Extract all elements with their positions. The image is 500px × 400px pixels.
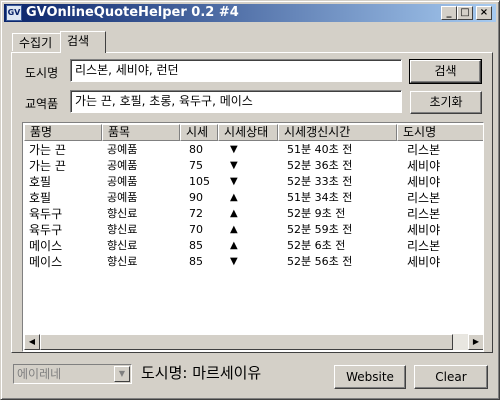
column-header-price[interactable]: 시세	[180, 124, 218, 141]
trend-up-icon: ▲	[230, 208, 238, 219]
current-city-status: 도시명: 마르세이유	[141, 364, 262, 382]
trend-down-icon: ▼	[230, 256, 238, 267]
cell-name: 육두구	[29, 207, 63, 221]
ship-select-value: 에이레네	[17, 367, 62, 381]
cell-name: 가는 끈	[29, 159, 66, 173]
cell-name: 육두구	[29, 223, 63, 237]
clear-button[interactable]: Clear	[414, 365, 488, 389]
cell-updated: 52분 6초 전	[287, 239, 346, 252]
table-row[interactable]: 가는 끈 공예품 80 ▼ 51분 40초 전 리스본	[24, 142, 464, 158]
trend-down-icon: ▼	[230, 176, 238, 187]
table-row[interactable]: 가는 끈 공예품 75 ▼ 52분 36초 전 세비야	[24, 158, 464, 174]
cell-city: 세비야	[407, 175, 441, 189]
cell-updated: 52분 59초 전	[287, 223, 353, 236]
table-row[interactable]: 육두구 향신료 72 ▲ 52분 9초 전 리스본	[24, 206, 464, 222]
city-label: 도시명	[25, 66, 59, 80]
cell-price: 85	[189, 239, 203, 252]
table-header: 품명 품목 시세 시세상태 시세갱신시간 도시명	[24, 124, 483, 141]
column-header-name[interactable]: 품명	[24, 124, 102, 141]
cell-category: 향신료	[107, 223, 138, 236]
search-button[interactable]: 검색	[409, 59, 482, 84]
cell-category: 향신료	[107, 239, 138, 252]
trend-up-icon: ▲	[230, 240, 238, 251]
scrollbar-thumb[interactable]	[40, 334, 453, 350]
city-input[interactable]: 리스본, 세비야, 런던	[70, 59, 402, 82]
cell-updated: 52분 56초 전	[287, 255, 353, 268]
cell-updated: 51분 40초 전	[287, 143, 353, 156]
cell-category: 공예품	[107, 143, 138, 156]
scroll-right-icon[interactable]: ▶	[468, 334, 483, 350]
cell-name: 호필	[29, 175, 52, 189]
cell-city: 세비야	[407, 223, 441, 237]
cell-city: 리스본	[407, 207, 441, 221]
cell-updated: 52분 9초 전	[287, 207, 346, 220]
tab-collector[interactable]: 수집기	[12, 33, 62, 51]
table-row[interactable]: 메이스 향신료 85 ▲ 52분 6초 전 리스본	[24, 238, 464, 254]
cell-category: 향신료	[107, 255, 138, 268]
cell-name: 메이스	[29, 255, 63, 269]
cell-price: 85	[189, 255, 203, 268]
app-icon[interactable]: GV	[6, 5, 22, 21]
cell-category: 공예품	[107, 175, 138, 188]
table-row[interactable]: 호필 공예품 105 ▼ 52분 33초 전 세비야	[24, 174, 464, 190]
table-row[interactable]: 메이스 향신료 85 ▼ 52분 56초 전 세비야	[24, 254, 464, 270]
cell-city: 리스본	[407, 143, 441, 157]
title-bar[interactable]: GV GVOnlineQuoteHelper 0.2 #4 _ □ ×	[4, 4, 496, 22]
cell-category: 향신료	[107, 207, 138, 220]
reset-button[interactable]: 초기화	[410, 91, 482, 114]
cell-price: 90	[189, 191, 203, 204]
cell-name: 메이스	[29, 239, 63, 253]
cell-name: 호필	[29, 191, 52, 205]
price-table[interactable]: 품명 품목 시세 시세상태 시세갱신시간 도시명 가는 끈 공예품 80 ▼ 5…	[22, 122, 484, 352]
window-title: GVOnlineQuoteHelper 0.2 #4	[26, 5, 239, 20]
cell-price: 70	[189, 223, 203, 236]
cell-price: 72	[189, 207, 203, 220]
cell-updated: 52분 36초 전	[287, 159, 353, 172]
column-header-category[interactable]: 품목	[102, 124, 180, 141]
cell-city: 세비야	[407, 159, 441, 173]
trend-up-icon: ▲	[230, 224, 238, 235]
trend-up-icon: ▲	[230, 192, 238, 203]
trend-down-icon: ▼	[230, 144, 238, 155]
ship-select[interactable]: 에이레네 ▼	[13, 364, 132, 384]
maximize-button[interactable]: □	[457, 6, 473, 20]
cell-city: 리스본	[407, 191, 441, 205]
column-header-city[interactable]: 도시명	[397, 124, 483, 141]
app-window: GV GVOnlineQuoteHelper 0.2 #4 _ □ × 수집기 …	[0, 0, 500, 400]
cell-city: 세비야	[407, 255, 441, 269]
cell-category: 공예품	[107, 191, 138, 204]
cell-updated: 51분 34초 전	[287, 191, 353, 204]
website-button[interactable]: Website	[334, 365, 406, 389]
goods-label: 교역품	[25, 97, 59, 111]
cell-price: 105	[189, 175, 210, 188]
cell-name: 가는 끈	[29, 143, 66, 157]
cell-category: 공예품	[107, 159, 138, 172]
trend-down-icon: ▼	[230, 160, 238, 171]
table-row[interactable]: 호필 공예품 90 ▲ 51분 34초 전 리스본	[24, 190, 464, 206]
table-row[interactable]: 육두구 향신료 70 ▲ 52분 59초 전 세비야	[24, 222, 464, 238]
minimize-button[interactable]: _	[441, 6, 457, 20]
cell-updated: 52분 33초 전	[287, 175, 353, 188]
cell-price: 75	[189, 159, 203, 172]
column-header-trend[interactable]: 시세상태	[218, 124, 278, 141]
chevron-down-icon[interactable]: ▼	[114, 366, 130, 382]
column-header-updated[interactable]: 시세갱신시간	[278, 124, 397, 141]
cell-price: 80	[189, 143, 203, 156]
horizontal-scrollbar[interactable]: ◀ ▶	[24, 334, 483, 350]
goods-input[interactable]: 가는 끈, 호필, 초롱, 육두구, 메이스	[70, 90, 402, 113]
close-button[interactable]: ×	[476, 6, 492, 20]
tab-search[interactable]: 검색	[60, 31, 106, 53]
cell-city: 리스본	[407, 239, 441, 253]
scroll-left-icon[interactable]: ◀	[24, 334, 40, 350]
